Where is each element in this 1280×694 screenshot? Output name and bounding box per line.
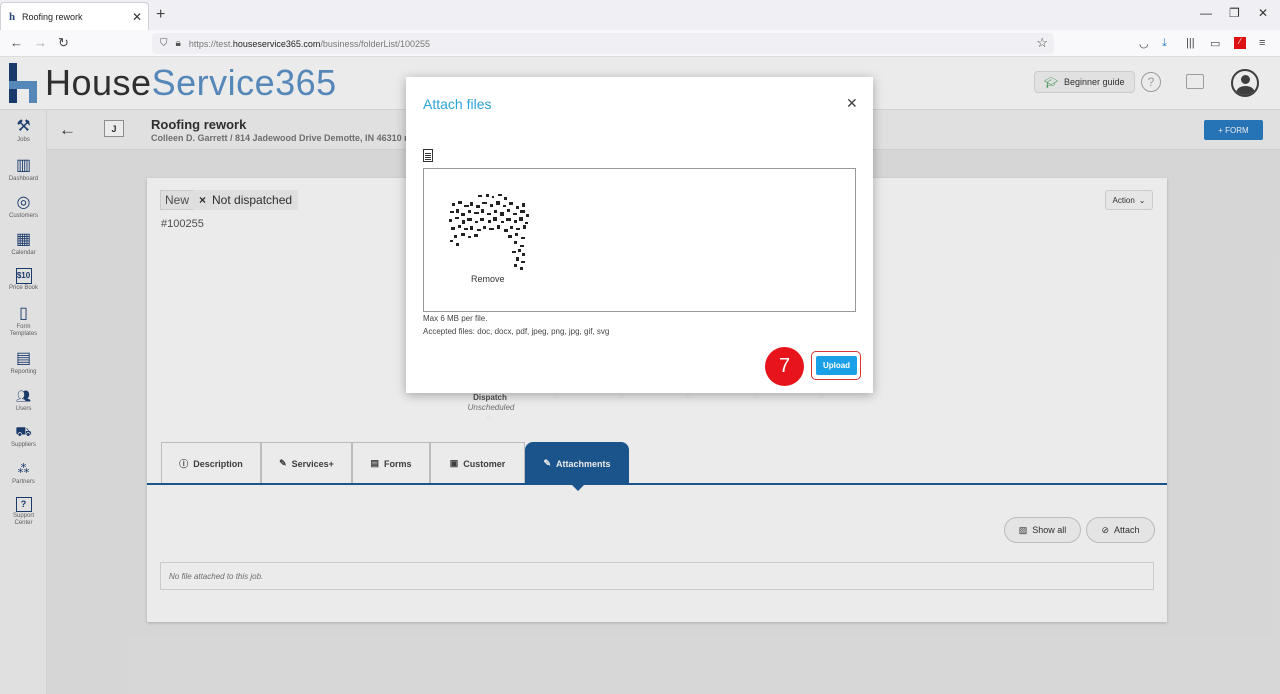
extension-icon[interactable]: ⁄ bbox=[1234, 37, 1246, 49]
close-window-icon[interactable]: ✕ bbox=[1258, 6, 1268, 20]
document-icon bbox=[423, 149, 433, 162]
max-size-note: Max 6 MB per file. bbox=[423, 314, 488, 323]
download-icon[interactable]: ⤓ bbox=[1162, 37, 1167, 50]
step-number-badge: 7 bbox=[765, 347, 804, 386]
library-icon[interactable]: ||| bbox=[1186, 37, 1195, 49]
pocket-icon[interactable]: ◡ bbox=[1139, 37, 1149, 50]
attach-files-modal: Attach files ✕ Remove Max 6 MB per file.… bbox=[406, 77, 873, 393]
forward-icon[interactable]: → bbox=[34, 35, 47, 50]
lock-icon: 🔒︎ bbox=[175, 38, 181, 49]
site-favicon-icon: h bbox=[8, 10, 16, 23]
file-thumbnail bbox=[449, 194, 529, 270]
sidebar-toggle-icon[interactable]: ▭ bbox=[1210, 37, 1220, 50]
file-dropzone[interactable]: Remove bbox=[423, 168, 856, 312]
close-icon[interactable]: ✕ bbox=[846, 95, 858, 112]
accepted-files-note: Accepted files: doc, docx, pdf, jpeg, pn… bbox=[423, 327, 610, 336]
browser-tab-title: Roofing rework bbox=[22, 11, 83, 22]
minimize-icon[interactable]: — bbox=[1200, 6, 1212, 20]
close-tab-icon[interactable]: ✕ bbox=[132, 10, 142, 24]
shield-icon: ⛉ bbox=[160, 38, 168, 49]
browser-tab-bar: h Roofing rework ✕ + — ❐ ✕ bbox=[0, 0, 1280, 30]
back-icon[interactable]: ← bbox=[10, 35, 23, 50]
menu-icon[interactable]: ≡ bbox=[1259, 37, 1265, 49]
remove-file-link[interactable]: Remove bbox=[471, 274, 505, 284]
browser-nav-bar: ← → ↻ ⛉ 🔒︎ https://test.houseservice365.… bbox=[0, 30, 1280, 57]
modal-title: Attach files bbox=[423, 96, 492, 112]
browser-tab[interactable]: h Roofing rework ✕ bbox=[0, 2, 149, 30]
bookmark-star-icon[interactable]: ☆ bbox=[1036, 35, 1048, 51]
address-bar[interactable]: ⛉ 🔒︎ https://test.houseservice365.com/bu… bbox=[152, 33, 1054, 54]
reload-icon[interactable]: ↻ bbox=[58, 35, 69, 51]
url-text: https://test.houseservice365.com/busines… bbox=[188, 38, 430, 49]
restore-icon[interactable]: ❐ bbox=[1229, 6, 1240, 20]
upload-button[interactable]: Upload bbox=[816, 356, 857, 375]
new-tab-icon[interactable]: + bbox=[156, 6, 165, 24]
